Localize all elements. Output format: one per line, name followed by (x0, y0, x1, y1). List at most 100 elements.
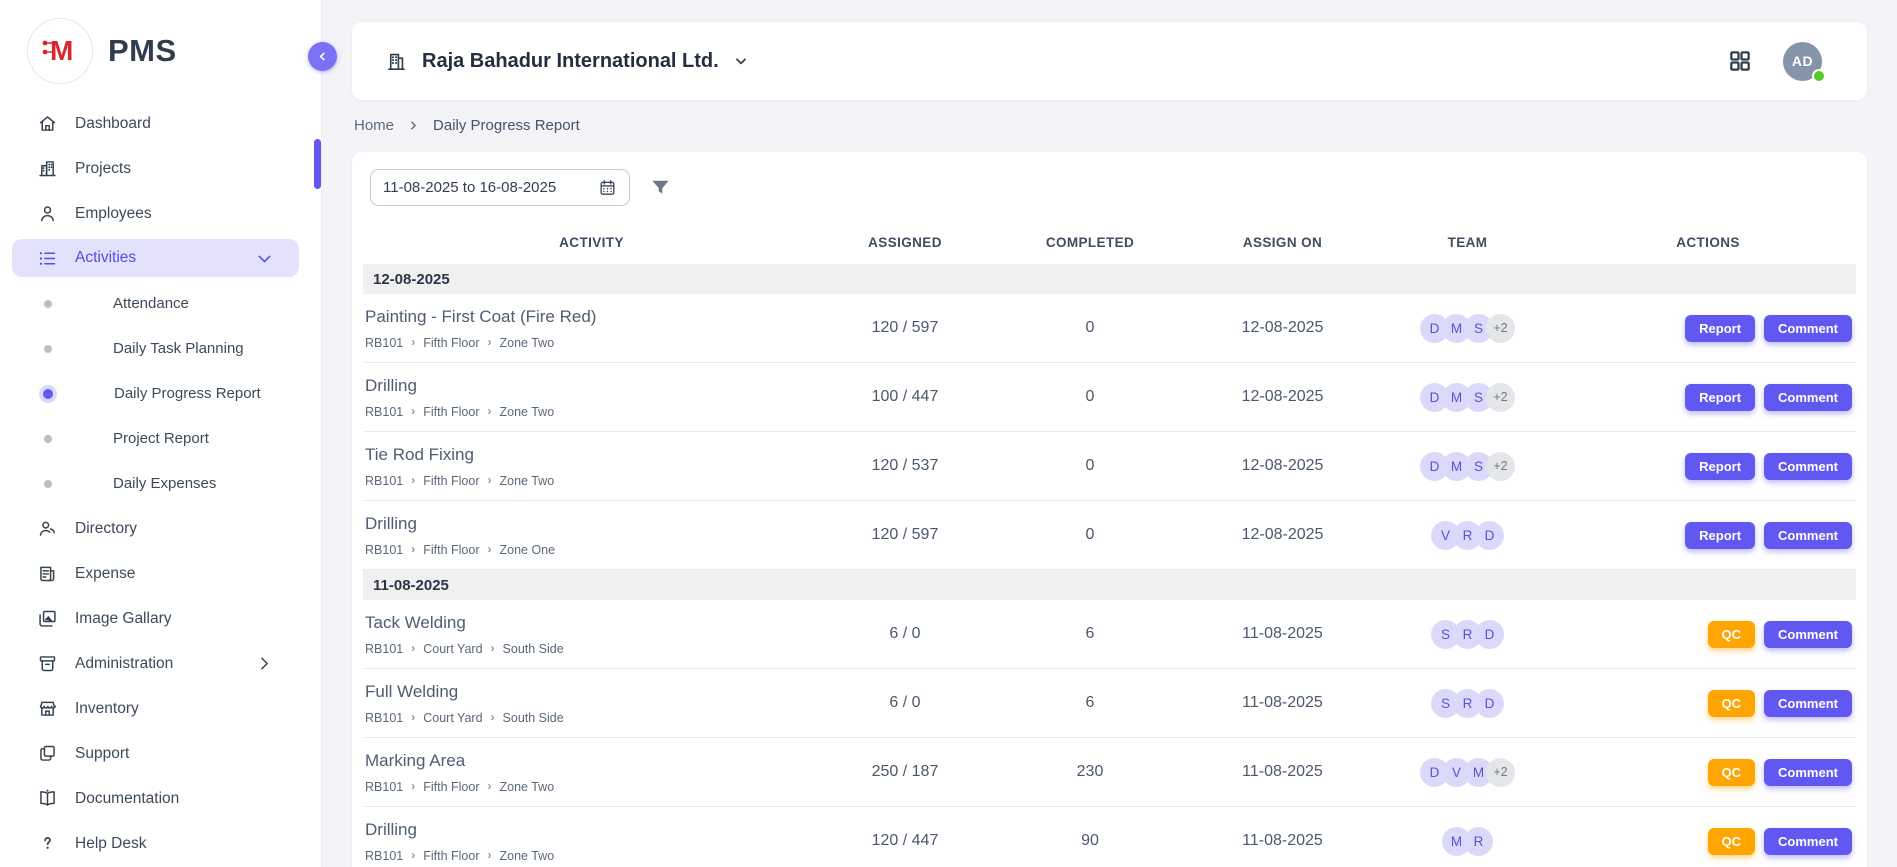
chevron-down-icon (733, 53, 749, 69)
breadcrumb-home-link[interactable]: Home (354, 117, 394, 134)
path-segment: Zone Two (500, 849, 555, 863)
actions-cell: Report Comment (1560, 384, 1856, 411)
completed-value: 0 (990, 388, 1190, 406)
sidebar-subitem-project-report[interactable]: Project Report (0, 416, 321, 461)
path-segment: RB101 (365, 405, 403, 419)
comment-button[interactable]: Comment (1764, 453, 1852, 480)
sidebar-item-label: Projects (75, 160, 131, 178)
activity-cell: Full WeldingRB101›Court Yard›South Side (363, 682, 820, 725)
breadcrumb-current-page: Daily Progress Report (433, 117, 580, 134)
path-chevron-icon: › (411, 849, 415, 861)
team-avatar-overflow[interactable]: +2 (1486, 314, 1515, 343)
sidebar-subitem-label: Daily Progress Report (114, 385, 261, 402)
team-avatar-overflow[interactable]: +2 (1486, 452, 1515, 481)
assign-on-date: 11-08-2025 (1190, 763, 1375, 781)
table-row: Tie Rod FixingRB101›Fifth Floor›Zone Two… (363, 432, 1856, 501)
actions-cell: Report Comment (1560, 522, 1856, 549)
comment-button[interactable]: Comment (1764, 315, 1852, 342)
path-segment: Fifth Floor (423, 336, 479, 350)
path-chevron-icon: › (488, 849, 492, 861)
column-header-assign-on: ASSIGN ON (1190, 235, 1375, 250)
breadcrumb-chevron-icon (407, 119, 420, 132)
assigned-value: 120 / 447 (820, 832, 990, 850)
path-chevron-icon: › (488, 336, 492, 348)
team-avatar-overflow[interactable]: +2 (1486, 758, 1515, 787)
report-button[interactable]: Report (1685, 522, 1755, 549)
path-chevron-icon: › (491, 642, 495, 654)
sidebar-item-inventory[interactable]: Inventory (0, 686, 321, 731)
path-segment: RB101 (365, 780, 403, 794)
sidebar-subitem-daily-progress-report[interactable]: Daily Progress Report (0, 371, 321, 416)
report-button[interactable]: Report (1685, 384, 1755, 411)
table-header-row: ACTIVITYASSIGNEDCOMPLETEDASSIGN ONTEAMAC… (363, 220, 1856, 264)
sidebar-item-documentation[interactable]: Documentation (0, 776, 321, 821)
date-range-input[interactable]: 11-08-2025 to 16-08-2025 (370, 169, 630, 206)
path-segment: Fifth Floor (423, 849, 479, 863)
filter-bar: 11-08-2025 to 16-08-2025 (363, 169, 1856, 206)
sidebar-subitem-attendance[interactable]: Attendance (0, 281, 321, 326)
path-chevron-icon: › (411, 336, 415, 348)
table-row: DrillingRB101›Fifth Floor›Zone Two120 / … (363, 807, 1856, 867)
activity-path: RB101›Fifth Floor›Zone Two (365, 780, 820, 794)
comment-button[interactable]: Comment (1764, 522, 1852, 549)
comment-button[interactable]: Comment (1764, 759, 1852, 786)
filter-funnel-icon[interactable] (649, 176, 672, 199)
path-chevron-icon: › (488, 780, 492, 792)
report-button[interactable]: Report (1685, 315, 1755, 342)
sidebar-item-administration[interactable]: Administration (0, 641, 321, 686)
qc-button[interactable]: QC (1708, 621, 1756, 648)
calendar-icon (598, 178, 617, 197)
invoice-icon (37, 563, 58, 584)
comment-button[interactable]: Comment (1764, 384, 1852, 411)
sidebar-item-label: Dashboard (75, 115, 151, 133)
assigned-value: 100 / 447 (820, 388, 990, 406)
path-segment: RB101 (365, 336, 403, 350)
team-avatar: D (1475, 521, 1504, 550)
assign-on-date: 11-08-2025 (1190, 625, 1375, 643)
chevron-down-icon (254, 248, 275, 269)
company-selector[interactable]: Raja Bahadur International Ltd. (385, 50, 749, 73)
sidebar-item-employees[interactable]: Employees (0, 191, 321, 236)
sidebar-subitem-daily-expenses[interactable]: Daily Expenses (0, 461, 321, 506)
activity-title: Tack Welding (365, 613, 820, 633)
path-chevron-icon: › (411, 711, 415, 723)
apps-grid-icon[interactable] (1727, 48, 1753, 74)
user-avatar[interactable]: AD (1783, 42, 1822, 81)
sidebar-item-help-desk[interactable]: Help Desk (0, 821, 321, 866)
activity-title: Drilling (365, 820, 820, 840)
table-row: Full WeldingRB101›Court Yard›South Side6… (363, 669, 1856, 738)
bullet-dot-icon (44, 435, 52, 443)
team-avatars: DMS+2 (1375, 452, 1560, 481)
company-building-icon (385, 50, 408, 73)
sidebar-item-projects[interactable]: Projects (0, 146, 321, 191)
sidebar-collapse-button[interactable] (308, 42, 337, 71)
path-chevron-icon: › (488, 474, 492, 486)
report-button[interactable]: Report (1685, 453, 1755, 480)
qc-button[interactable]: QC (1708, 828, 1756, 855)
sidebar-item-support[interactable]: Support (0, 731, 321, 776)
team-avatars: DMS+2 (1375, 383, 1560, 412)
team-avatars: DMS+2 (1375, 314, 1560, 343)
comment-button[interactable]: Comment (1764, 828, 1852, 855)
team-avatar-overflow[interactable]: +2 (1486, 383, 1515, 412)
activity-cell: Tie Rod FixingRB101›Fifth Floor›Zone Two (363, 445, 820, 488)
comment-button[interactable]: Comment (1764, 621, 1852, 648)
activity-title: Painting - First Coat (Fire Red) (365, 307, 820, 327)
path-chevron-icon: › (488, 405, 492, 417)
sidebar-item-expense[interactable]: Expense (0, 551, 321, 596)
sidebar-item-label: Inventory (75, 700, 139, 718)
path-segment: Zone Two (500, 474, 555, 488)
actions-cell: QC Comment (1560, 690, 1856, 717)
path-segment: RB101 (365, 474, 403, 488)
breadcrumb: Home Daily Progress Report (354, 114, 1867, 136)
activity-cell: DrillingRB101›Fifth Floor›Zone One (363, 514, 820, 557)
sidebar-item-activities[interactable]: Activities (12, 239, 299, 277)
sidebar-subitem-daily-task-planning[interactable]: Daily Task Planning (0, 326, 321, 371)
sidebar-item-directory[interactable]: Directory (0, 506, 321, 551)
sidebar-item-image-gallary[interactable]: Image Gallary (0, 596, 321, 641)
qc-button[interactable]: QC (1708, 759, 1756, 786)
qc-button[interactable]: QC (1708, 690, 1756, 717)
path-segment: South Side (503, 711, 564, 725)
sidebar-item-dashboard[interactable]: Dashboard (0, 101, 321, 146)
comment-button[interactable]: Comment (1764, 690, 1852, 717)
